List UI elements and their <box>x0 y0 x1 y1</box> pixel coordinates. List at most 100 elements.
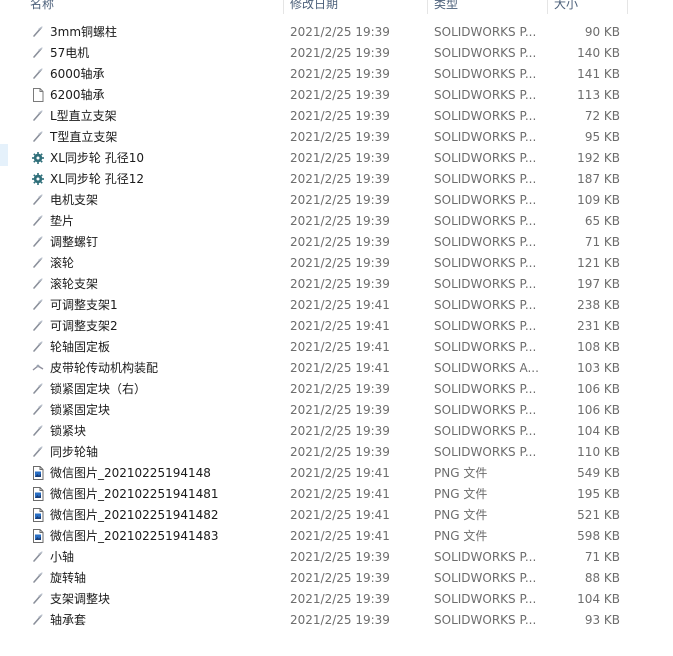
file-row[interactable]: 垫片 2021/2/25 19:39 SOLIDWORKS P... 65 KB <box>12 211 652 232</box>
file-name-cell[interactable]: 微信图片_202102251941481 <box>30 484 284 505</box>
file-type: SOLIDWORKS P... <box>434 445 537 459</box>
file-row[interactable]: 微信图片_202102251941482 2021/2/25 19:41 PNG 文… <box>12 505 652 526</box>
file-row[interactable]: 57电机 2021/2/25 19:39 SOLIDWORKS P... 140 KB <box>12 43 652 64</box>
file-type: SOLIDWORKS P... <box>434 46 537 60</box>
nav-selection-marker <box>0 144 8 166</box>
file-name-cell[interactable]: XL同步轮 孔径10 <box>30 148 284 169</box>
file-row[interactable]: 滚轮 2021/2/25 19:39 SOLIDWORKS P... 121 KB <box>12 253 652 274</box>
file-name: 微信图片_202102251941483 <box>50 529 219 543</box>
file-row[interactable]: 调整螺钉 2021/2/25 19:39 SOLIDWORKS P... 71 KB <box>12 232 652 253</box>
file-row[interactable]: 锁紧块 2021/2/25 19:39 SOLIDWORKS P... 104 KB <box>12 421 652 442</box>
file-row[interactable]: 滚轮支架 2021/2/25 19:39 SOLIDWORKS P... 197 KB <box>12 274 652 295</box>
file-name-cell[interactable]: L型直立支架 <box>30 106 284 127</box>
file-date-modified: 2021/2/25 19:39 <box>290 256 390 270</box>
file-type: PNG 文件 <box>434 508 488 522</box>
file-name-cell[interactable]: 旋转轴 <box>30 568 284 589</box>
file-row[interactable]: 支架调整块 2021/2/25 19:39 SOLIDWORKS P... 104 K… <box>12 589 652 610</box>
file-size: 238 KB <box>577 298 620 312</box>
file-row[interactable]: 电机支架 2021/2/25 19:39 SOLIDWORKS P... 109 KB <box>12 190 652 211</box>
file-row[interactable]: 6000轴承 2021/2/25 19:39 SOLIDWORKS P... 141 … <box>12 64 652 85</box>
file-type: SOLIDWORKS P... <box>434 25 537 39</box>
file-name-cell[interactable]: 皮带轮传动机构装配 <box>30 358 284 379</box>
column-header-size[interactable]: 大小 <box>548 0 628 14</box>
file-size: 195 KB <box>577 487 620 501</box>
file-date-modified: 2021/2/25 19:39 <box>290 25 390 39</box>
file-row[interactable]: 可调整支架2 2021/2/25 19:41 SOLIDWORKS P... 231 … <box>12 316 652 337</box>
column-header-date-modified[interactable]: 修改日期 <box>284 0 428 14</box>
file-size: 192 KB <box>577 151 620 165</box>
file-name-cell[interactable]: XL同步轮 孔径12 <box>30 169 284 190</box>
file-name-cell[interactable]: 6000轴承 <box>30 64 284 85</box>
png-image-icon <box>30 465 46 481</box>
file-name-cell[interactable]: 锁紧块 <box>30 421 284 442</box>
file-row[interactable]: 轴承套 2021/2/25 19:39 SOLIDWORKS P... 93 KB <box>12 610 652 631</box>
file-type: SOLIDWORKS P... <box>434 340 537 354</box>
file-size: 104 KB <box>577 592 620 606</box>
file-row[interactable]: 小轴 2021/2/25 19:39 SOLIDWORKS P... 71 KB <box>12 547 652 568</box>
file-row[interactable]: 同步轮轴 2021/2/25 19:39 SOLIDWORKS P... 110 KB <box>12 442 652 463</box>
file-row[interactable]: 微信图片_202102251941481 2021/2/25 19:41 PNG 文… <box>12 484 652 505</box>
file-row[interactable]: 旋转轴 2021/2/25 19:39 SOLIDWORKS P... 88 KB <box>12 568 652 589</box>
file-date-modified: 2021/2/25 19:39 <box>290 109 390 123</box>
file-name-cell[interactable]: 微信图片_202102251941483 <box>30 526 284 547</box>
file-name: 同步轮轴 <box>50 445 99 459</box>
file-row[interactable]: 可调整支架1 2021/2/25 19:41 SOLIDWORKS P... 238 … <box>12 295 652 316</box>
file-date-modified: 2021/2/25 19:41 <box>290 508 390 522</box>
file-size: 140 KB <box>577 46 620 60</box>
file-row[interactable]: L型直立支架 2021/2/25 19:39 SOLIDWORKS P... 72 K… <box>12 106 652 127</box>
file-name-cell[interactable]: 微信图片_20210225194148 <box>30 463 284 484</box>
file-name-cell[interactable]: 支架调整块 <box>30 589 284 610</box>
file-size: 88 KB <box>584 571 620 585</box>
file-name-cell[interactable]: 小轴 <box>30 547 284 568</box>
file-row[interactable]: 微信图片_20210225194148 2021/2/25 19:41 PNG 文件… <box>12 463 652 484</box>
file-type: PNG 文件 <box>434 529 488 543</box>
file-date-modified: 2021/2/25 19:39 <box>290 277 390 291</box>
file-name-cell[interactable]: T型直立支架 <box>30 127 284 148</box>
file-name-cell[interactable]: 6200轴承 <box>30 85 284 106</box>
png-image-icon <box>30 528 46 544</box>
file-name-cell[interactable]: 可调整支架2 <box>30 316 284 337</box>
file-row[interactable]: XL同步轮 孔径12 2021/2/25 19:39 SOLIDWORKS P...… <box>12 169 652 190</box>
file-type: SOLIDWORKS P... <box>434 403 537 417</box>
file-name: L型直立支架 <box>50 109 117 123</box>
file-name-cell[interactable]: 3mm铜螺柱 <box>30 22 284 43</box>
column-header-type[interactable]: 类型 <box>428 0 548 14</box>
file-date-modified: 2021/2/25 19:39 <box>290 592 390 606</box>
file-name-cell[interactable]: 57电机 <box>30 43 284 64</box>
file-row[interactable]: 锁紧固定块 2021/2/25 19:39 SOLIDWORKS P... 106 K… <box>12 400 652 421</box>
file-type: SOLIDWORKS P... <box>434 319 537 333</box>
column-header-name[interactable]: 名称 <box>12 0 284 14</box>
file-name-cell[interactable]: 可调整支架1 <box>30 295 284 316</box>
file-name-cell[interactable]: 微信图片_202102251941482 <box>30 505 284 526</box>
file-row[interactable]: XL同步轮 孔径10 2021/2/25 19:39 SOLIDWORKS P...… <box>12 148 652 169</box>
file-name-cell[interactable]: 轮轴固定板 <box>30 337 284 358</box>
file-row[interactable]: 锁紧固定块（右） 2021/2/25 19:39 SOLIDWORKS P... 10… <box>12 379 652 400</box>
file-name-cell[interactable]: 调整螺钉 <box>30 232 284 253</box>
file-name-cell[interactable]: 滚轮支架 <box>30 274 284 295</box>
file-type: SOLIDWORKS P... <box>434 214 537 228</box>
file-name-cell[interactable]: 垫片 <box>30 211 284 232</box>
file-date-modified: 2021/2/25 19:39 <box>290 67 390 81</box>
file-row[interactable]: T型直立支架 2021/2/25 19:39 SOLIDWORKS P... 95 K… <box>12 127 652 148</box>
file-name-cell[interactable]: 锁紧固定块 <box>30 400 284 421</box>
file-row[interactable]: 6200轴承 2021/2/25 19:39 SOLIDWORKS P... 113 … <box>12 85 652 106</box>
file-name-cell[interactable]: 同步轮轴 <box>30 442 284 463</box>
file-row[interactable]: 微信图片_202102251941483 2021/2/25 19:41 PNG 文… <box>12 526 652 547</box>
file-name-cell[interactable]: 滚轮 <box>30 253 284 274</box>
file-date-modified: 2021/2/25 19:39 <box>290 235 390 249</box>
file-name-cell[interactable]: 锁紧固定块（右） <box>30 379 284 400</box>
file-row[interactable]: 轮轴固定板 2021/2/25 19:41 SOLIDWORKS P... 108 K… <box>12 337 652 358</box>
file-date-modified: 2021/2/25 19:39 <box>290 172 390 186</box>
file-name-cell[interactable]: 轴承套 <box>30 610 284 631</box>
file-name: 微信图片_202102251941482 <box>50 508 219 522</box>
file-size: 104 KB <box>577 424 620 438</box>
file-row[interactable]: 皮带轮传动机构装配 2021/2/25 19:41 SOLIDWORKS A... 1… <box>12 358 652 379</box>
file-type: SOLIDWORKS P... <box>434 256 537 270</box>
file-type: SOLIDWORKS P... <box>434 109 537 123</box>
file-row[interactable]: 3mm铜螺柱 2021/2/25 19:39 SOLIDWORKS P... 90 K… <box>12 22 652 43</box>
file-size: 106 KB <box>577 403 620 417</box>
solidworks-part-icon <box>30 297 46 313</box>
file-date-modified: 2021/2/25 19:39 <box>290 613 390 627</box>
file-name: 锁紧固定块（右） <box>50 382 147 396</box>
file-name-cell[interactable]: 电机支架 <box>30 190 284 211</box>
